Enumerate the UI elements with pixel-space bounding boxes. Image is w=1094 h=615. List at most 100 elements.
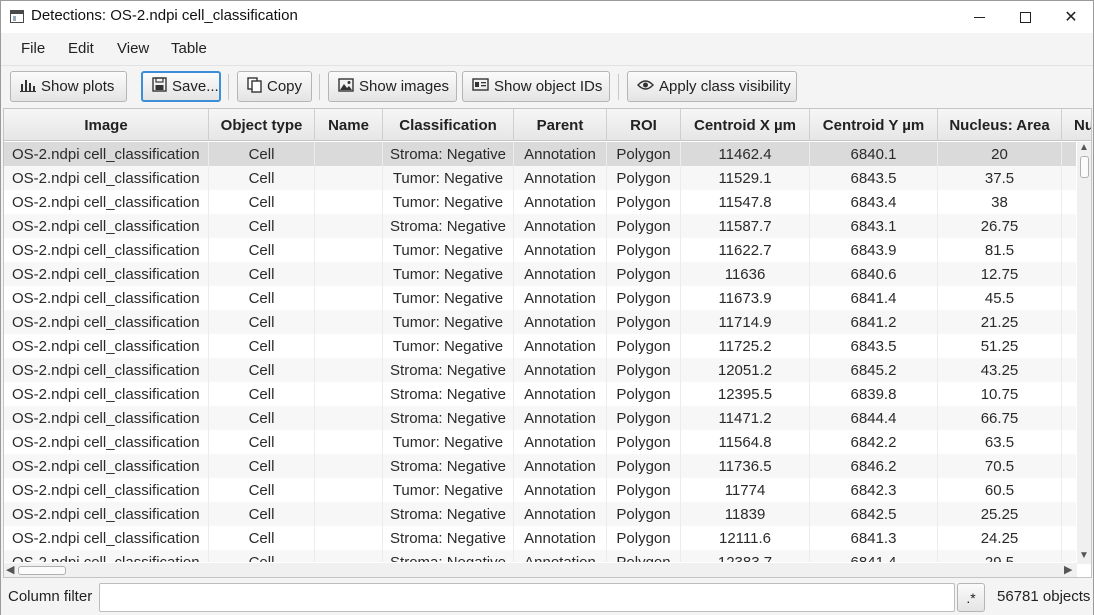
cell-nucleus-area: 70.5 (938, 454, 1062, 478)
cell-roi: Polygon (607, 550, 681, 562)
column-header-nucleus-area[interactable]: Nucleus: Area (938, 109, 1062, 141)
table-row[interactable]: OS-2.ndpi cell_classification Cell Stroma:… (4, 502, 1076, 526)
cell-image: OS-2.ndpi cell_classification (4, 478, 209, 502)
cell-centroid-x: 11529.1 (681, 166, 810, 190)
cell-roi: Polygon (607, 286, 681, 310)
column-filter-input[interactable] (99, 583, 955, 612)
menu-edit[interactable]: Edit (68, 40, 94, 57)
minimize-button[interactable] (956, 1, 1002, 33)
table-row[interactable]: OS-2.ndpi cell_classification Cell Stroma:… (4, 550, 1076, 562)
table-row[interactable]: OS-2.ndpi cell_classification Cell Tumor: … (4, 478, 1076, 502)
table-row[interactable]: OS-2.ndpi cell_classification Cell Stroma:… (4, 142, 1076, 166)
scroll-left-icon[interactable]: ◀ (6, 563, 14, 576)
table-row[interactable]: OS-2.ndpi cell_classification Cell Tumor: … (4, 430, 1076, 454)
cell-name (315, 406, 383, 430)
cell-nucleus-area: 12.75 (938, 262, 1062, 286)
cell-nucleus-area: 51.25 (938, 334, 1062, 358)
eye-icon (637, 78, 654, 95)
column-header-parent[interactable]: Parent (514, 109, 607, 141)
cell-object-type: Cell (209, 286, 315, 310)
menu-table[interactable]: Table (171, 40, 207, 57)
table-row[interactable]: OS-2.ndpi cell_classification Cell Tumor: … (4, 310, 1076, 334)
table-row[interactable]: OS-2.ndpi cell_classification Cell Tumor: … (4, 286, 1076, 310)
bar-chart-icon (20, 78, 36, 96)
title-bar[interactable]: Detections: OS-2.ndpi cell_classificatio… (1, 1, 1093, 33)
show-images-button[interactable]: Show images (328, 71, 457, 102)
column-header-image[interactable]: Image (4, 109, 209, 141)
column-header-classification[interactable]: Classification (383, 109, 514, 141)
cell-object-type: Cell (209, 502, 315, 526)
cell-centroid-y: 6842.3 (810, 478, 938, 502)
cell-centroid-y: 6843.4 (810, 190, 938, 214)
scroll-down-icon[interactable]: ▼ (1079, 550, 1089, 561)
cell-parent: Annotation (514, 406, 607, 430)
column-header-object-type[interactable]: Object type (209, 109, 315, 141)
cell-name (315, 286, 383, 310)
save-button[interactable]: Save... (141, 71, 221, 102)
toolbar: Show plots Save... Copy Show images Show… (1, 65, 1093, 107)
table-row[interactable]: OS-2.ndpi cell_classification Cell Tumor: … (4, 190, 1076, 214)
table-row[interactable]: OS-2.ndpi cell_classification Cell Stroma:… (4, 526, 1076, 550)
cell-nucleus-area: 66.75 (938, 406, 1062, 430)
cell-image: OS-2.ndpi cell_classification (4, 262, 209, 286)
copy-button[interactable]: Copy (237, 71, 312, 102)
table-row[interactable]: OS-2.ndpi cell_classification Cell Tumor: … (4, 262, 1076, 286)
horizontal-scroll-thumb[interactable] (18, 566, 66, 575)
column-header-roi[interactable]: ROI (607, 109, 681, 141)
column-header-centroid-y[interactable]: Centroid Y µm (810, 109, 938, 141)
show-plots-button[interactable]: Show plots (10, 71, 127, 102)
copy-label: Copy (267, 78, 303, 95)
menu-file[interactable]: File (21, 40, 45, 57)
column-header-nucleus-truncated[interactable]: Nu (1062, 109, 1091, 141)
close-icon: ✕ (1064, 9, 1078, 26)
cell-name (315, 310, 383, 334)
scroll-up-icon[interactable]: ▲ (1079, 142, 1089, 153)
column-header-centroid-x[interactable]: Centroid X µm (681, 109, 810, 141)
cell-roi: Polygon (607, 406, 681, 430)
table-row[interactable]: OS-2.ndpi cell_classification Cell Stroma:… (4, 454, 1076, 478)
cell-roi: Polygon (607, 382, 681, 406)
cell-centroid-y: 6841.2 (810, 310, 938, 334)
cell-classification: Stroma: Negative (383, 214, 514, 238)
cell-roi: Polygon (607, 454, 681, 478)
table-row[interactable]: OS-2.ndpi cell_classification Cell Stroma:… (4, 214, 1076, 238)
cell-image: OS-2.ndpi cell_classification (4, 454, 209, 478)
cell-roi: Polygon (607, 238, 681, 262)
cell-centroid-x: 12383.7 (681, 550, 810, 562)
cell-centroid-x: 12111.6 (681, 526, 810, 550)
vertical-scroll-thumb[interactable] (1080, 156, 1089, 178)
cell-nucleus-area: 26.75 (938, 214, 1062, 238)
cell-image: OS-2.ndpi cell_classification (4, 358, 209, 382)
cell-classification: Tumor: Negative (383, 478, 514, 502)
cell-classification: Tumor: Negative (383, 190, 514, 214)
table-row[interactable]: OS-2.ndpi cell_classification Cell Stroma:… (4, 382, 1076, 406)
cell-object-type: Cell (209, 358, 315, 382)
close-button[interactable]: ✕ (1048, 1, 1094, 33)
cell-centroid-x: 11622.7 (681, 238, 810, 262)
horizontal-scrollbar[interactable]: ◀ ▶ (4, 563, 1077, 577)
maximize-button[interactable] (1002, 1, 1048, 33)
table-row[interactable]: OS-2.ndpi cell_classification Cell Stroma:… (4, 358, 1076, 382)
apply-class-visibility-button[interactable]: Apply class visibility (627, 71, 797, 102)
table-row[interactable]: OS-2.ndpi cell_classification Cell Tumor: … (4, 334, 1076, 358)
table-row[interactable]: OS-2.ndpi cell_classification Cell Stroma:… (4, 406, 1076, 430)
scroll-right-icon[interactable]: ▶ (1064, 563, 1072, 576)
menu-view[interactable]: View (117, 40, 149, 57)
cell-nucleus-area: 60.5 (938, 478, 1062, 502)
column-header-name[interactable]: Name (315, 109, 383, 141)
cell-object-type: Cell (209, 526, 315, 550)
cell-centroid-x: 11714.9 (681, 310, 810, 334)
cell-object-type: Cell (209, 334, 315, 358)
show-object-ids-button[interactable]: Show object IDs (462, 71, 610, 102)
cell-centroid-y: 6843.5 (810, 166, 938, 190)
cell-name (315, 214, 383, 238)
vertical-scrollbar[interactable]: ▲ ▼ (1077, 142, 1091, 564)
cell-name (315, 262, 383, 286)
show-object-ids-label: Show object IDs (494, 78, 603, 95)
regex-toggle-button[interactable]: .* (957, 583, 985, 612)
column-filter-label: Column filter (8, 588, 93, 605)
cell-centroid-y: 6840.1 (810, 142, 938, 166)
cell-image: OS-2.ndpi cell_classification (4, 286, 209, 310)
table-row[interactable]: OS-2.ndpi cell_classification Cell Tumor: … (4, 166, 1076, 190)
table-row[interactable]: OS-2.ndpi cell_classification Cell Tumor: … (4, 238, 1076, 262)
